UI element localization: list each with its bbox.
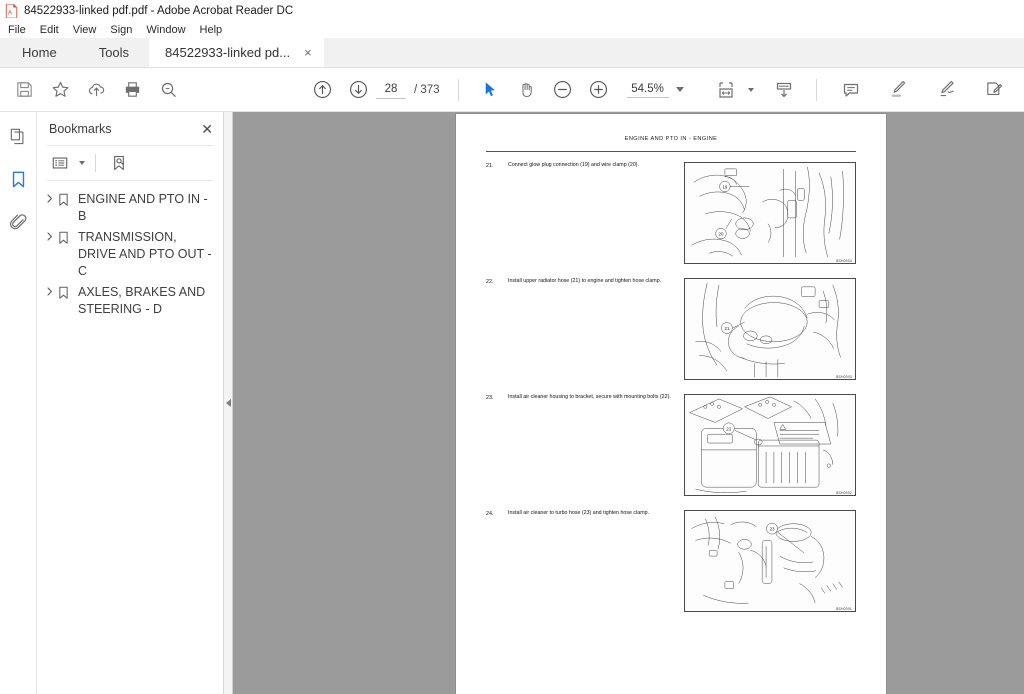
page-total-label: / 373 xyxy=(414,83,440,96)
page-number-input[interactable] xyxy=(376,80,406,99)
fill-and-sign-icon[interactable] xyxy=(977,72,1013,108)
tab-document[interactable]: 84522933-linked pd... × xyxy=(149,37,324,67)
step-number: 22. xyxy=(486,279,494,285)
star-icon[interactable] xyxy=(42,72,78,108)
page-scrolling-icon[interactable] xyxy=(766,72,802,108)
step-number: 24. xyxy=(486,511,494,517)
step-text: Connect glow plug connection (19) and wi… xyxy=(508,162,640,168)
document-viewer[interactable]: ENGINE AND PTO IN - ENGINE 21. Connect g… xyxy=(233,112,1024,694)
list-item[interactable]: ENGINE AND PTO IN - B xyxy=(37,189,223,227)
figure-code: BSH0003 xyxy=(836,374,852,379)
list-item-label: TRANSMISSION, DRIVE AND PTO OUT - C xyxy=(78,230,212,278)
figure-code: BSH0001 xyxy=(836,606,852,611)
svg-text:20: 20 xyxy=(718,232,724,237)
workspace: Bookmarks ✕ ENGINE AND PTO IN - B TRANSM… xyxy=(0,112,1024,694)
pdf-file-icon: A xyxy=(5,3,18,18)
bookmark-options-list-icon[interactable] xyxy=(47,151,73,175)
tab-home[interactable]: Home xyxy=(0,37,79,67)
pdf-page: ENGINE AND PTO IN - ENGINE 21. Connect g… xyxy=(456,114,886,694)
menu-view[interactable]: View xyxy=(73,24,97,36)
bookmarks-panel-header: Bookmarks ✕ xyxy=(37,112,223,145)
tab-document-label: 84522933-linked pd... xyxy=(165,44,291,60)
zoom-in-circle-icon[interactable] xyxy=(581,72,617,108)
new-bookmark-icon[interactable] xyxy=(106,151,132,175)
bookmarks-panel: Bookmarks ✕ ENGINE AND PTO IN - B TRANSM… xyxy=(37,112,224,694)
instruction-step: 24. Install air cleaner to turbo hose (2… xyxy=(486,496,856,612)
instruction-step: 23. Install air cleaner housing to brack… xyxy=(486,380,856,496)
menu-sign[interactable]: Sign xyxy=(110,24,132,36)
panel-title: Bookmarks xyxy=(49,121,112,136)
cursor-select-icon[interactable] xyxy=(473,72,509,108)
chevron-right-icon[interactable] xyxy=(42,284,58,296)
cloud-upload-icon[interactable] xyxy=(78,72,114,108)
paperclip-attachment-icon[interactable] xyxy=(3,208,33,236)
figure-illustration: 21 BSH0003 21 xyxy=(684,278,856,380)
bookmark-list: ENGINE AND PTO IN - B TRANSMISSION, DRIV… xyxy=(37,181,223,320)
figure-code: BSH0004 xyxy=(836,258,852,263)
menu-bar: File Edit View Sign Window Help xyxy=(0,21,1024,38)
close-icon[interactable]: ✕ xyxy=(201,122,213,136)
list-item-label: ENGINE AND PTO IN - B xyxy=(78,192,208,223)
list-item[interactable]: AXLES, BRAKES AND STEERING - D xyxy=(37,282,223,320)
hand-pan-icon[interactable] xyxy=(509,72,545,108)
print-icon[interactable] xyxy=(114,72,150,108)
comment-bubble-icon[interactable] xyxy=(833,72,869,108)
arrow-up-circle-icon[interactable] xyxy=(304,72,340,108)
instruction-step: 21. Connect glow plug connection (19) an… xyxy=(486,152,856,264)
bookmark-icon xyxy=(58,284,75,305)
sign-pen-icon[interactable] xyxy=(929,72,965,108)
step-number: 21. xyxy=(486,163,494,169)
page-thumbnails-icon[interactable] xyxy=(3,122,33,150)
menu-window[interactable]: Window xyxy=(146,24,185,36)
step-text: Install air cleaner to turbo hose (23) a… xyxy=(508,510,650,516)
chevron-down-icon[interactable] xyxy=(675,87,684,92)
collapse-panel-arrow-icon[interactable] xyxy=(224,112,233,694)
step-text: Install upper radiator hose (21) to engi… xyxy=(508,278,662,284)
chevron-right-icon[interactable] xyxy=(42,229,58,241)
svg-text:21: 21 xyxy=(724,326,730,331)
window-title: 84522933-linked pdf.pdf - Adobe Acrobat … xyxy=(24,4,294,17)
bookmark-icon xyxy=(58,229,75,250)
step-number: 23. xyxy=(486,395,494,401)
close-icon[interactable]: × xyxy=(304,46,312,59)
toolbar-divider-2 xyxy=(815,78,817,101)
menu-edit[interactable]: Edit xyxy=(40,24,59,36)
figure-code: BSH0002 xyxy=(836,490,852,495)
main-toolbar: / 373 54.5% xyxy=(0,68,1024,112)
instruction-step: 22. Install upper radiator hose (21) to … xyxy=(486,264,856,380)
zoom-level-value[interactable]: 54.5% xyxy=(626,82,669,98)
search-icon[interactable] xyxy=(150,72,186,108)
bookmark-icon[interactable] xyxy=(3,165,33,193)
toolbar-divider-1 xyxy=(457,78,459,101)
page-title: ENGINE AND PTO IN - ENGINE xyxy=(624,136,718,142)
figure-illustration: 22 BSH0002 22 xyxy=(684,394,856,496)
zoom-out-circle-icon[interactable] xyxy=(545,72,581,108)
figure-illustration: 23 BSH0001 23 xyxy=(684,510,856,612)
menu-help[interactable]: Help xyxy=(200,24,223,36)
fit-width-chevron-down-icon[interactable] xyxy=(747,87,754,92)
svg-text:23: 23 xyxy=(769,527,775,532)
title-bar: A 84522933-linked pdf.pdf - Adobe Acroba… xyxy=(0,0,1024,21)
list-item[interactable]: TRANSMISSION, DRIVE AND PTO OUT - C xyxy=(37,227,223,282)
bookmark-icon xyxy=(58,191,75,212)
svg-text:22: 22 xyxy=(726,426,732,431)
highlighter-icon[interactable] xyxy=(881,72,917,108)
list-item-label: AXLES, BRAKES AND STEERING - D xyxy=(78,285,206,316)
chevron-right-icon[interactable] xyxy=(42,191,58,203)
navigation-rail xyxy=(0,112,37,694)
arrow-down-circle-icon[interactable] xyxy=(340,72,376,108)
save-floppy-icon[interactable] xyxy=(6,72,42,108)
svg-text:19: 19 xyxy=(722,184,728,189)
tab-tools[interactable]: Tools xyxy=(79,37,149,67)
menu-file[interactable]: File xyxy=(8,24,26,36)
bookmark-options-chevron-down-icon[interactable] xyxy=(79,161,85,165)
panel-toolbar-divider xyxy=(95,154,96,172)
left-triangle-glyph xyxy=(225,399,231,407)
fit-width-icon[interactable] xyxy=(708,72,744,108)
tab-strip: Home Tools 84522933-linked pd... × xyxy=(0,37,1024,68)
bookmarks-panel-toolbar xyxy=(37,146,223,180)
step-text: Install air cleaner housing to bracket, … xyxy=(508,394,671,400)
figure-illustration: 19 20 BSH0004 19 xyxy=(684,162,856,264)
